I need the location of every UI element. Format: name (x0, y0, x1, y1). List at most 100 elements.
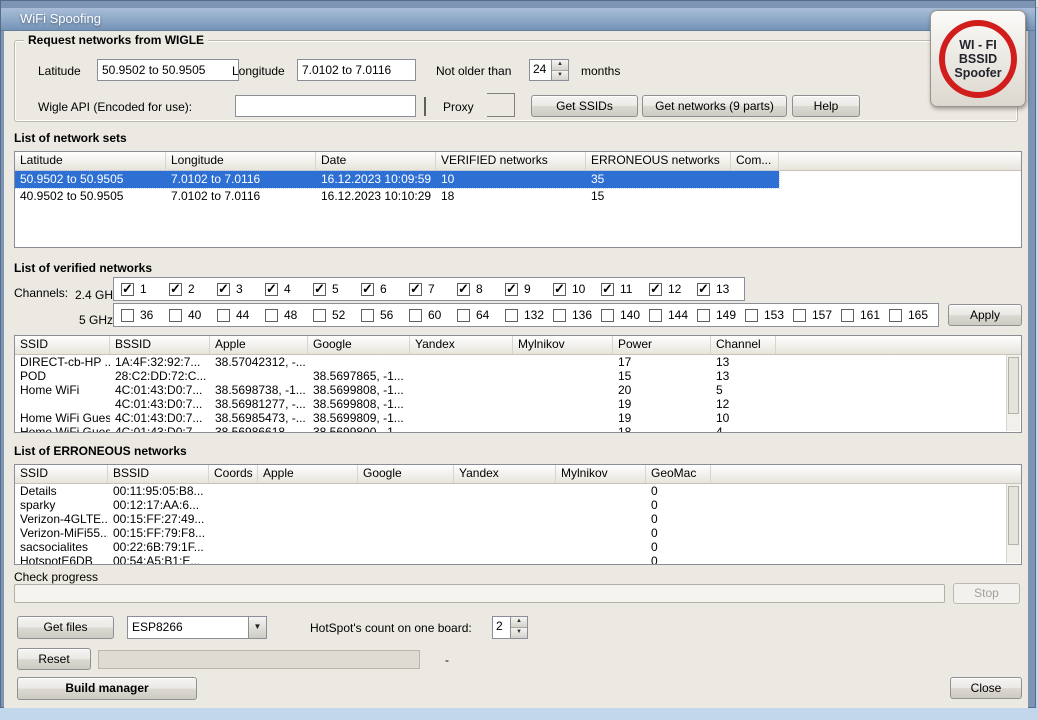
table-cell (513, 411, 613, 425)
channel-checkbox[interactable] (121, 283, 134, 296)
spinner-up-icon[interactable]: ▲ (511, 617, 527, 628)
table-row[interactable]: POD28:C2:DD:72:C...38.5697865, -1...1513 (15, 369, 776, 383)
help-button[interactable]: Help (792, 95, 860, 117)
column-header[interactable]: BSSID (108, 465, 209, 483)
table-cell: 4C:01:43:D0:7... (110, 411, 210, 425)
vertical-scrollbar[interactable] (1006, 484, 1020, 563)
channel-checkbox[interactable] (361, 283, 374, 296)
channel-checkbox[interactable] (649, 283, 662, 296)
channel-checkbox[interactable] (841, 309, 854, 322)
board-select[interactable]: ESP8266 ▼ (127, 616, 267, 639)
table-row[interactable]: Verizon-4GLTE...00:15:FF:27:49...0 (15, 512, 711, 526)
channel-checkbox[interactable] (409, 283, 422, 296)
table-row[interactable]: Details00:11:95:05:B8...0 (15, 484, 711, 498)
channel-label: 140 (620, 308, 640, 322)
channel-checkbox[interactable] (889, 309, 902, 322)
channel-checkbox[interactable] (505, 309, 518, 322)
column-header[interactable]: Latitude (15, 152, 166, 170)
column-header[interactable]: Channel (711, 336, 776, 354)
spinner-down-icon[interactable]: ▼ (511, 628, 527, 638)
channel-checkbox[interactable] (457, 309, 470, 322)
column-header[interactable]: SSID (15, 336, 110, 354)
column-header[interactable]: BSSID (110, 336, 210, 354)
combo-dropdown-icon[interactable]: ▼ (248, 617, 266, 638)
close-button[interactable]: Close (950, 677, 1022, 699)
channel-checkbox[interactable] (313, 309, 326, 322)
channel-checkbox[interactable] (313, 283, 326, 296)
table-cell (209, 554, 258, 565)
column-header[interactable]: ERRONEOUS networks (586, 152, 731, 170)
channel-checkbox[interactable] (793, 309, 806, 322)
title-bar[interactable]: WiFi Spoofing (1, 8, 1035, 31)
channel-checkbox[interactable] (553, 309, 566, 322)
hotspot-count-spinner[interactable]: 2 ▲ ▼ (492, 616, 528, 639)
table-row[interactable]: Verizon-MiFi55...00:15:FF:79:F8...0 (15, 526, 711, 540)
column-header[interactable]: Coords (209, 465, 258, 483)
hotspot-count-value[interactable]: 2 (492, 616, 510, 639)
column-header[interactable]: Power (613, 336, 711, 354)
proxy-checkbox[interactable] (424, 97, 426, 116)
channel-checkbox[interactable] (649, 309, 662, 322)
column-header[interactable]: Apple (210, 336, 308, 354)
get-ssids-button[interactable]: Get SSIDs (531, 95, 638, 117)
vertical-scrollbar[interactable] (1006, 355, 1020, 431)
months-spinner-value[interactable]: 24 (529, 59, 551, 81)
table-row[interactable]: Home WiFi Guest4C:01:43:D0:7...38.569866… (15, 425, 776, 433)
column-header[interactable]: Yandex (454, 465, 556, 483)
channel-label: 44 (236, 308, 249, 322)
table-cell: 15 (613, 369, 711, 383)
column-header[interactable]: Date (316, 152, 436, 170)
spinner-down-icon[interactable]: ▼ (552, 71, 568, 81)
table-row[interactable]: sacsocialites00:22:6B:79:1F...0 (15, 540, 711, 554)
table-row[interactable]: 50.9502 to 50.95057.0102 to 7.011616.12.… (15, 171, 779, 188)
get-networks-button[interactable]: Get networks (9 parts) (642, 95, 787, 117)
months-spinner[interactable]: 24 ▲ ▼ (529, 59, 569, 81)
stop-button[interactable]: Stop (953, 583, 1020, 604)
channel-checkbox[interactable] (265, 309, 278, 322)
scrollbar-thumb[interactable] (1008, 357, 1019, 414)
channel-checkbox[interactable] (601, 283, 614, 296)
channel-checkbox[interactable] (697, 309, 710, 322)
column-header[interactable]: Mylnikov (556, 465, 646, 483)
channel-checkbox[interactable] (457, 283, 470, 296)
channel-checkbox[interactable] (217, 283, 230, 296)
table-row[interactable]: Home WiFi Guest4C:01:43:D0:7...38.569854… (15, 411, 776, 425)
channel-checkbox[interactable] (121, 309, 134, 322)
channel-checkbox[interactable] (409, 309, 422, 322)
latitude-input[interactable]: 50.9502 to 50.9505 (97, 59, 239, 81)
channel-checkbox[interactable] (217, 309, 230, 322)
channel-checkbox[interactable] (169, 283, 182, 296)
column-header[interactable]: Google (308, 336, 410, 354)
longitude-input[interactable]: 7.0102 to 7.0116 (297, 59, 416, 81)
column-header[interactable]: Mylnikov (513, 336, 613, 354)
table-row[interactable]: HotspotE6DB00:54:A5:B1:E...0 (15, 554, 711, 565)
table-row[interactable]: 40.9502 to 50.95057.0102 to 7.011616.12.… (15, 188, 779, 205)
table-row[interactable]: sparky00:12:17:AA:6...0 (15, 498, 711, 512)
channel-checkbox[interactable] (361, 309, 374, 322)
table-row[interactable]: 4C:01:43:D0:7...38.56981277, -...38.5699… (15, 397, 776, 411)
column-header[interactable]: Yandex (410, 336, 513, 354)
channel-checkbox[interactable] (265, 283, 278, 296)
get-files-button[interactable]: Get files (17, 616, 114, 639)
channel-checkbox[interactable] (601, 309, 614, 322)
spinner-up-icon[interactable]: ▲ (552, 60, 568, 71)
column-header[interactable]: Apple (258, 465, 358, 483)
reset-button[interactable]: Reset (17, 648, 91, 670)
build-manager-button[interactable]: Build manager (17, 677, 197, 700)
column-header[interactable]: SSID (15, 465, 108, 483)
column-header[interactable]: Google (358, 465, 454, 483)
column-header[interactable]: Longitude (166, 152, 316, 170)
table-row[interactable]: DIRECT-cb-HP ...1A:4F:32:92:7...38.57042… (15, 355, 776, 369)
table-row[interactable]: Home WiFi4C:01:43:D0:7...38.5698738, -1.… (15, 383, 776, 397)
channel-checkbox[interactable] (697, 283, 710, 296)
channel-checkbox[interactable] (745, 309, 758, 322)
channel-checkbox[interactable] (553, 283, 566, 296)
apply-button[interactable]: Apply (948, 304, 1022, 326)
channel-checkbox[interactable] (505, 283, 518, 296)
channel-checkbox[interactable] (169, 309, 182, 322)
column-header[interactable]: Com... (731, 152, 779, 170)
column-header[interactable]: VERIFIED networks (436, 152, 586, 170)
scrollbar-thumb[interactable] (1008, 486, 1019, 545)
column-header[interactable]: GeoMac (646, 465, 711, 483)
wigle-api-input[interactable] (235, 95, 416, 117)
